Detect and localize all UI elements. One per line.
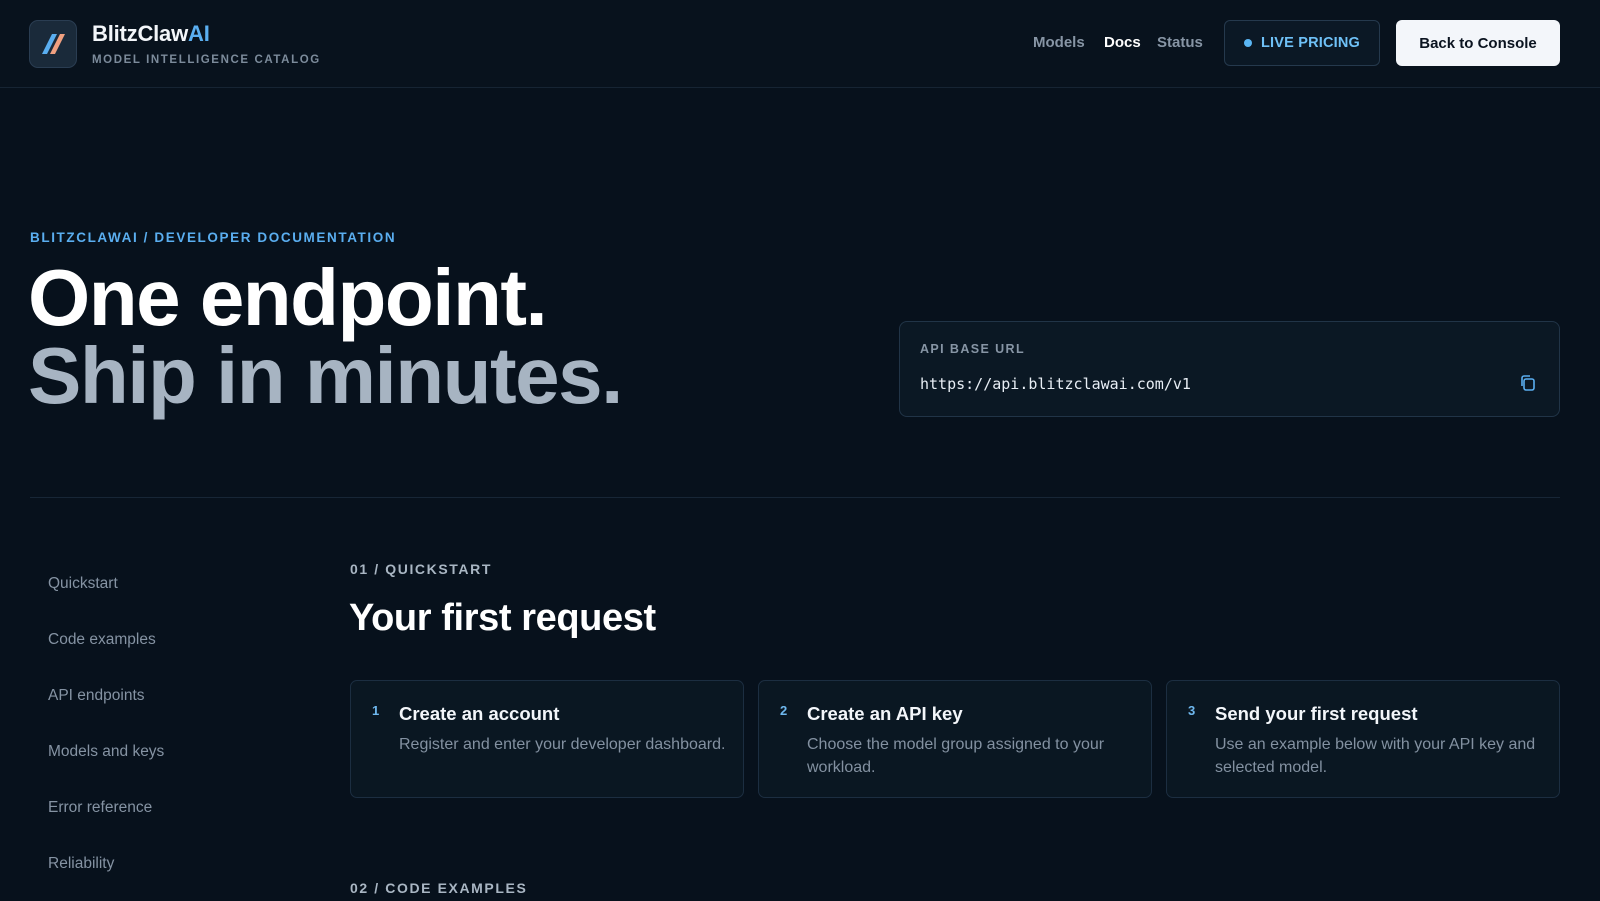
step-number: 3	[1188, 703, 1196, 718]
back-to-console-button[interactable]: Back to Console	[1396, 20, 1560, 66]
live-pricing-button[interactable]: LIVE PRICING	[1224, 20, 1380, 66]
live-pricing-label: LIVE PRICING	[1260, 35, 1361, 51]
breadcrumb: BLITZCLAWAI / DEVELOPER DOCUMENTATION	[30, 230, 397, 245]
live-dot-icon	[1243, 39, 1252, 47]
api-base-url-value[interactable]: https://api.blitzclawai.com/v1	[920, 375, 1191, 393]
step-number: 1	[372, 703, 380, 718]
quickstart-section-label: 01 / QUICKSTART	[350, 561, 492, 577]
sidebar-item-reliability[interactable]: Reliability	[48, 855, 114, 873]
api-base-url-card: API BASE URL https://api.blitzclawai.com…	[899, 321, 1560, 417]
sidebar-item-api-endpoints[interactable]: API endpoints	[48, 687, 145, 705]
quickstart-title: Your first request	[349, 597, 656, 639]
brand-subtitle: MODEL INTELLIGENCE CATALOG	[92, 54, 321, 66]
section-divider	[30, 497, 1560, 498]
sidebar-item-error-reference[interactable]: Error reference	[48, 799, 152, 817]
copy-icon[interactable]	[1519, 374, 1537, 392]
step-description: Register and enter your developer dashbo…	[399, 736, 726, 753]
hero-title-line-1: One endpoint.	[28, 253, 548, 342]
step-card-1: 1 Create an account Register and enter y…	[350, 680, 744, 798]
step-title: Create an account	[399, 703, 560, 724]
sidebar-item-quickstart[interactable]: Quickstart	[48, 575, 118, 593]
docs-page: BlitzClawAI MODEL INTELLIGENCE CATALOG M…	[0, 0, 1600, 901]
brand-name[interactable]: BlitzClawAI	[92, 21, 210, 47]
top-navigation-bar: BlitzClawAI MODEL INTELLIGENCE CATALOG M…	[0, 0, 1600, 88]
step-card-3: 3 Send your first request Use an example…	[1166, 680, 1560, 798]
nav-models-link[interactable]: Models	[1033, 34, 1085, 51]
sidebar-item-code-examples[interactable]: Code examples	[48, 631, 156, 649]
step-title: Create an API key	[807, 703, 963, 724]
code-examples-section-label: 02 / CODE EXAMPLES	[350, 880, 528, 896]
step-description: Choose the model group assigned to your …	[807, 736, 1105, 776]
step-card-2: 2 Create an API key Choose the model gro…	[758, 680, 1152, 798]
logo-icon[interactable]	[29, 20, 77, 68]
hero-title-line-2: Ship in minutes.	[28, 331, 623, 420]
step-description: Use an example below with your API key a…	[1215, 736, 1536, 776]
nav-docs-link[interactable]: Docs	[1104, 34, 1141, 51]
step-number: 2	[780, 703, 788, 718]
api-base-url-label: API BASE URL	[920, 342, 1026, 356]
step-title: Send your first request	[1215, 703, 1418, 724]
nav-status-link[interactable]: Status	[1157, 34, 1203, 51]
sidebar-item-models-and-keys[interactable]: Models and keys	[48, 743, 164, 761]
